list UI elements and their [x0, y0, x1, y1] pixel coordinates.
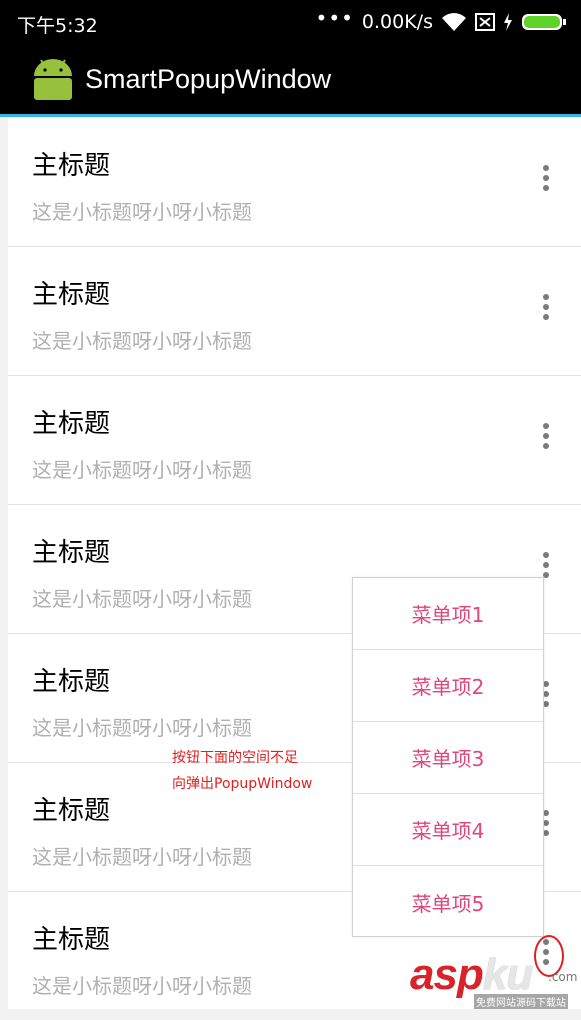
menu-item-5[interactable]: 菜单项5 — [353, 866, 543, 938]
list-item[interactable]: 主标题 这是小标题呀小呀小标题 — [8, 375, 581, 505]
status-bar: 下午5:32 ••• 0.00K/s — [0, 0, 581, 44]
item-subtitle: 这是小标题呀小呀小标题 — [32, 458, 252, 482]
watermark-domain: .com — [548, 970, 578, 984]
popup-menu: 菜单项1 菜单项2 菜单项3 菜单项4 菜单项5 — [352, 577, 544, 937]
network-speed: 0.00K/s — [361, 11, 433, 33]
status-time: 下午5:32 — [17, 15, 98, 37]
item-subtitle: 这是小标题呀小呀小标题 — [32, 200, 252, 224]
annotation-line-2: 向弹出PopupWindow — [172, 776, 313, 792]
item-title: 主标题 — [32, 280, 111, 310]
sim-off-icon — [475, 13, 495, 31]
menu-item-1[interactable]: 菜单项1 — [353, 578, 543, 650]
item-subtitle: 这是小标题呀小呀小标题 — [32, 974, 252, 998]
item-subtitle: 这是小标题呀小呀小标题 — [32, 587, 252, 611]
notification-dots: ••• — [315, 6, 354, 30]
annotation-line-1: 按钮下面的空间不足 — [172, 750, 298, 766]
menu-item-2[interactable]: 菜单项2 — [353, 650, 543, 722]
item-subtitle: 这是小标题呀小呀小标题 — [32, 329, 252, 353]
watermark: aspku .com 免费网站源码下载站 — [410, 950, 580, 1009]
more-vert-icon[interactable] — [538, 294, 554, 324]
action-bar: SmartPopupWindow — [0, 44, 581, 114]
item-subtitle: 这是小标题呀小呀小标题 — [32, 845, 252, 869]
app-title: SmartPopupWindow — [85, 64, 332, 94]
more-vert-icon[interactable] — [538, 423, 554, 453]
android-robot-icon — [34, 59, 72, 100]
list-item[interactable]: 主标题 这是小标题呀小呀小标题 — [8, 117, 581, 247]
more-vert-icon[interactable] — [538, 165, 554, 195]
item-title: 主标题 — [32, 667, 111, 697]
list-item[interactable]: 主标题 这是小标题呀小呀小标题 — [8, 246, 581, 376]
item-subtitle: 这是小标题呀小呀小标题 — [32, 716, 252, 740]
charging-icon — [504, 13, 512, 31]
item-title: 主标题 — [32, 796, 111, 826]
watermark-brand: aspku — [410, 950, 533, 999]
item-title: 主标题 — [32, 925, 111, 955]
menu-item-3[interactable]: 菜单项3 — [353, 722, 543, 794]
watermark-tagline: 免费网站源码下载站 — [474, 994, 568, 1009]
menu-item-4[interactable]: 菜单项4 — [353, 794, 543, 866]
battery-icon — [522, 14, 566, 30]
item-title: 主标题 — [32, 409, 111, 439]
item-title: 主标题 — [32, 538, 111, 568]
status-icons: ••• 0.00K/s — [315, 6, 567, 35]
wifi-icon — [442, 13, 466, 31]
item-title: 主标题 — [32, 151, 111, 181]
